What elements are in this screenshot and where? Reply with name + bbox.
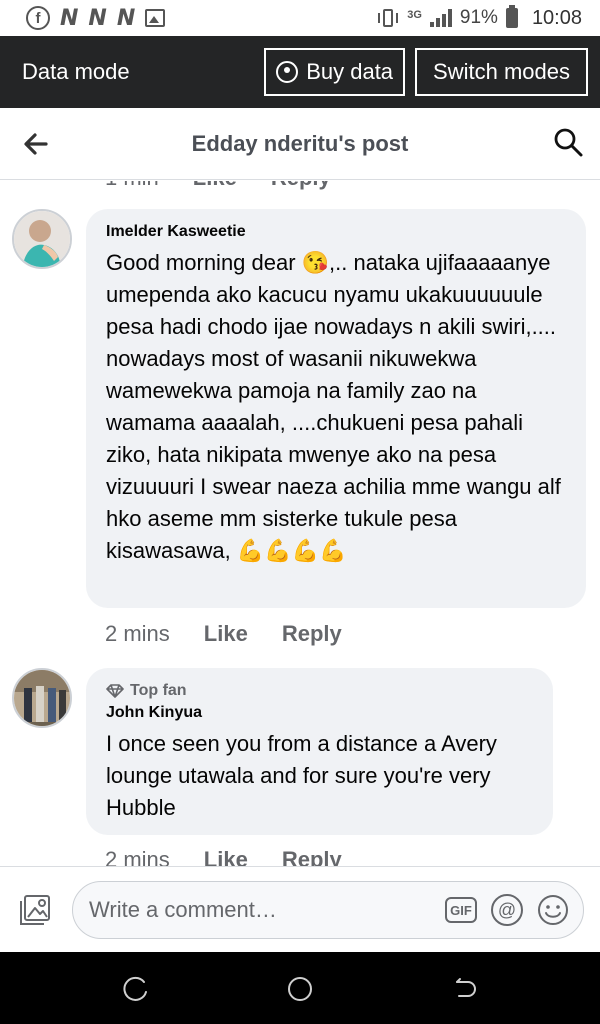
reply-button[interactable]: Reply <box>271 181 331 191</box>
avatar-image <box>14 670 70 726</box>
avatar-image <box>14 211 70 267</box>
battery-icon <box>505 5 518 28</box>
comment-time: 2 mins <box>105 847 170 866</box>
comment-author[interactable]: John Kinyua <box>106 704 533 722</box>
comment-author[interactable]: Imelder Kasweetie <box>106 223 566 241</box>
avatar[interactable] <box>12 209 72 269</box>
comment-time: 2 mins <box>105 621 170 646</box>
buy-data-label: Buy data <box>306 59 394 84</box>
switch-modes-button[interactable]: Switch modes <box>415 48 588 96</box>
photo-icon[interactable] <box>18 893 52 927</box>
comment-bubble[interactable]: Top fan John Kinyua I once seen you from… <box>86 668 553 835</box>
top-fan-label: Top fan <box>130 682 187 699</box>
comments-feed[interactable]: 1 min Like Reply Imelder Kasweetie Good … <box>0 181 600 866</box>
facebook-notification-icon: f <box>26 6 50 30</box>
mention-icon[interactable]: @ <box>491 894 523 926</box>
comment-bubble[interactable]: Imelder Kasweetie Good morning dear 😘,..… <box>86 209 586 608</box>
like-button[interactable]: Like <box>193 181 237 191</box>
comment-input-wrapper: GIF @ <box>72 881 584 939</box>
recent-apps-icon[interactable] <box>120 974 150 1004</box>
reply-button[interactable]: Reply <box>282 847 342 866</box>
comment-text: Good morning dear 😘,.. nataka ujifaaaaan… <box>106 250 568 563</box>
page-title: Edday nderitu's post <box>191 130 409 156</box>
post-header: Edday nderitu's post <box>0 108 600 180</box>
comment-input[interactable] <box>89 897 445 923</box>
switch-modes-label: Switch modes <box>433 59 570 84</box>
status-bar: f N N N 3G 91% 10:08 <box>0 0 600 36</box>
network-type: 3G <box>407 8 422 21</box>
avatar[interactable] <box>12 668 72 728</box>
reply-button[interactable]: Reply <box>282 621 342 647</box>
like-button[interactable]: Like <box>204 847 248 866</box>
system-navigation-bar <box>0 952 600 1024</box>
emoji-icon[interactable] <box>537 894 569 926</box>
comment-text: I once seen you from a distance a Avery … <box>106 731 504 820</box>
vibrate-icon <box>377 7 399 29</box>
previous-comment-actions: 1 min Like Reply <box>105 181 331 191</box>
gallery-notification-icon <box>145 9 166 27</box>
comment-time: 1 min <box>105 181 159 191</box>
app-notification-icon: N <box>60 5 79 31</box>
clock: 10:08 <box>531 6 582 29</box>
diamond-icon <box>106 684 124 698</box>
comment-actions: 2 mins Like Reply <box>105 621 342 647</box>
battery-percent: 91% <box>459 7 498 28</box>
like-button[interactable]: Like <box>204 621 248 647</box>
comment-composer: GIF @ <box>0 866 600 952</box>
data-mode-label: Data mode <box>22 59 130 84</box>
app-notification-icon: N <box>88 5 107 31</box>
home-icon[interactable] <box>285 974 315 1004</box>
buy-data-button[interactable]: Buy data <box>264 48 406 96</box>
top-fan-badge: Top fan <box>106 682 533 700</box>
signal-icon <box>429 9 452 27</box>
gif-icon[interactable]: GIF <box>445 897 477 923</box>
data-mode-bar: Data mode Buy data Switch modes <box>0 36 600 108</box>
search-icon[interactable] <box>552 126 584 158</box>
broadcast-icon <box>276 61 299 83</box>
comment-actions: 2 mins Like Reply <box>105 847 342 866</box>
back-nav-icon[interactable] <box>450 974 480 1004</box>
back-arrow-icon[interactable] <box>20 128 52 160</box>
app-notification-icon: N <box>116 5 136 31</box>
